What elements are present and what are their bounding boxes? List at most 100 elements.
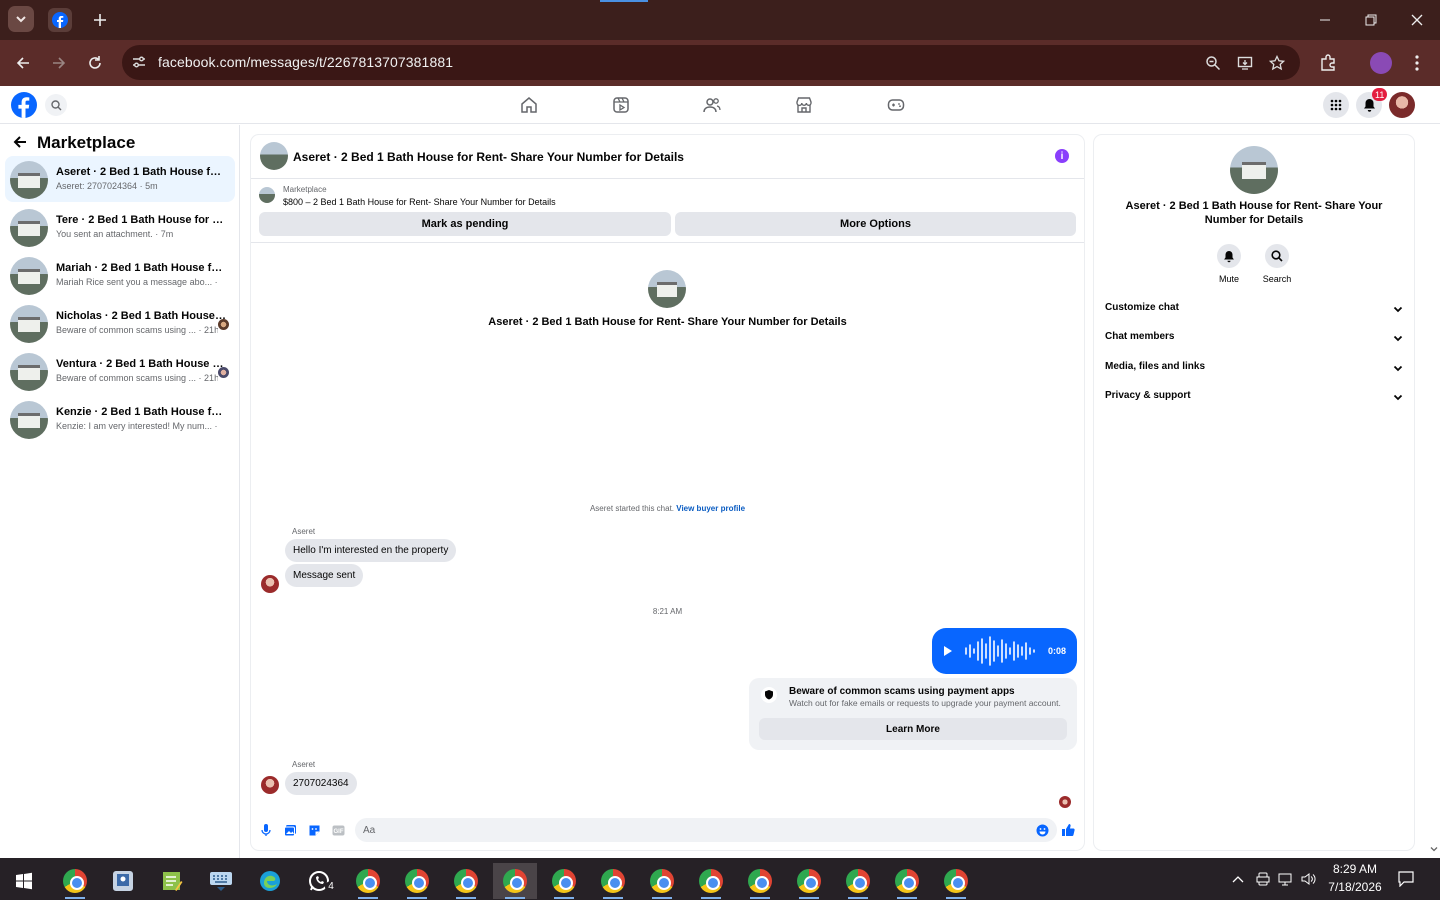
- clock-time[interactable]: 8:29 AM: [1322, 862, 1388, 876]
- sender-avatar[interactable]: [261, 575, 279, 593]
- marketplace-tab[interactable]: [793, 94, 815, 116]
- section-media-files-links[interactable]: Media, files and links: [1094, 353, 1414, 381]
- taskbar-chrome[interactable]: [591, 863, 635, 899]
- url-text[interactable]: facebook.com/messages/t/2267813707381881: [158, 54, 453, 70]
- chat-started-notice: Aseret started this chat. View buyer pro…: [251, 504, 1084, 513]
- account-avatar[interactable]: [1389, 92, 1415, 118]
- install-app-icon[interactable]: [1234, 52, 1256, 74]
- new-tab-button[interactable]: [88, 8, 112, 32]
- incoming-message[interactable]: Hello I'm interested en the property: [285, 539, 457, 562]
- edge-icon: [260, 871, 280, 891]
- back-arrow-icon[interactable]: [12, 134, 30, 152]
- section-privacy-support[interactable]: Privacy & support: [1094, 382, 1414, 410]
- mark-as-pending-button[interactable]: Mark as pending: [259, 212, 671, 236]
- taskbar-chrome[interactable]: [885, 863, 929, 899]
- conversation-item[interactable]: Mariah · 2 Bed 1 Bath House for Re... Ma…: [5, 252, 235, 298]
- view-buyer-profile-link[interactable]: View buyer profile: [676, 504, 745, 513]
- taskbar-chrome-active[interactable]: [493, 863, 537, 899]
- forward-button[interactable]: [47, 51, 71, 75]
- zoom-icon[interactable]: [1202, 52, 1224, 74]
- taskbar-chrome[interactable]: [542, 863, 586, 899]
- chat-header-title[interactable]: Aseret · 2 Bed 1 Bath House for Rent- Sh…: [293, 150, 684, 164]
- gaming-tab[interactable]: [885, 94, 907, 116]
- conversation-item[interactable]: Ventura · 2 Bed 1 Bath House for... Bewa…: [5, 348, 235, 394]
- minimize-button[interactable]: [1313, 8, 1337, 32]
- conversation-item[interactable]: Nicholas · 2 Bed 1 Bath House fo... Bewa…: [5, 300, 235, 346]
- home-tab[interactable]: [518, 94, 540, 116]
- chat-header-thumbnail[interactable]: [260, 142, 288, 170]
- voice-message[interactable]: 0:08: [932, 628, 1077, 674]
- friends-tab[interactable]: [701, 94, 723, 116]
- browser-profile-avatar[interactable]: [1370, 52, 1392, 74]
- tray-overflow-chevron-icon[interactable]: [1230, 871, 1246, 887]
- network-icon[interactable]: [1278, 871, 1294, 887]
- listing-summary[interactable]: $800 – 2 Bed 1 Bath House for Rent- Shar…: [283, 197, 556, 207]
- thumbs-up-icon[interactable]: [1061, 823, 1075, 837]
- taskbar-app-edge[interactable]: [248, 863, 292, 899]
- search-conversation-button[interactable]: Search: [1255, 244, 1299, 284]
- facebook-search-button[interactable]: [45, 94, 67, 116]
- taskbar-chrome[interactable]: [53, 863, 97, 899]
- taskbar-chrome[interactable]: [934, 863, 978, 899]
- taskbar-chrome[interactable]: [738, 863, 782, 899]
- emoji-icon[interactable]: [1035, 823, 1049, 837]
- seen-avatar-dot: [218, 367, 229, 378]
- video-tab[interactable]: [610, 94, 632, 116]
- mute-button[interactable]: Mute: [1207, 244, 1251, 284]
- section-customize-chat[interactable]: Customize chat: [1094, 294, 1414, 322]
- facebook-tab-favicon[interactable]: [48, 8, 72, 32]
- sticker-icon[interactable]: [307, 823, 321, 837]
- taskbar-app-keyboard[interactable]: [199, 863, 243, 899]
- taskbar-app-whatsapp[interactable]: 4: [297, 863, 341, 899]
- taskbar-chrome[interactable]: [444, 863, 488, 899]
- tab-search-button[interactable]: [8, 6, 34, 32]
- back-button[interactable]: [11, 51, 35, 75]
- browser-menu-icon[interactable]: [1405, 51, 1429, 75]
- microphone-icon[interactable]: [259, 823, 273, 837]
- info-icon[interactable]: i: [1055, 149, 1069, 163]
- scroll-down-arrow-icon[interactable]: [1430, 845, 1438, 853]
- listing-thumbnail-small[interactable]: [259, 187, 275, 203]
- taskbar-chrome[interactable]: [836, 863, 880, 899]
- menu-button[interactable]: [1323, 92, 1349, 118]
- conversation-item[interactable]: Aseret · 2 Bed 1 Bath House for Re... As…: [5, 156, 235, 202]
- bookmark-star-icon[interactable]: [1266, 52, 1288, 74]
- more-options-button[interactable]: More Options: [675, 212, 1076, 236]
- conversation-item[interactable]: Kenzie · 2 Bed 1 Bath House for Re... Ke…: [5, 396, 235, 442]
- facebook-logo-icon[interactable]: [11, 92, 37, 118]
- taskbar-app-notepad[interactable]: [150, 863, 194, 899]
- address-bar[interactable]: facebook.com/messages/t/2267813707381881: [122, 45, 1300, 80]
- device-icon[interactable]: [1255, 871, 1271, 887]
- incoming-message[interactable]: 2707024364: [285, 772, 357, 795]
- clock-date[interactable]: 7/18/2026: [1322, 880, 1388, 894]
- notification-center-icon[interactable]: [1398, 871, 1414, 887]
- message-input[interactable]: [355, 818, 1015, 842]
- learn-more-button[interactable]: Learn More: [759, 718, 1067, 740]
- chat-intro-title: Aseret · 2 Bed 1 Bath House for Rent- Sh…: [488, 316, 847, 328]
- volume-icon[interactable]: [1301, 871, 1317, 887]
- sender-avatar[interactable]: [261, 776, 279, 794]
- restore-button[interactable]: [1359, 8, 1383, 32]
- close-window-button[interactable]: [1405, 8, 1429, 32]
- scam-warning-card: Beware of common scams using payment app…: [749, 678, 1077, 750]
- info-panel-thumbnail[interactable]: [1230, 146, 1278, 194]
- conversation-item[interactable]: Tere · 2 Bed 1 Bath House for Rent-... Y…: [5, 204, 235, 250]
- taskbar-chrome[interactable]: [346, 863, 390, 899]
- taskbar-chrome[interactable]: [640, 863, 684, 899]
- taskbar-chrome[interactable]: [787, 863, 831, 899]
- windows-logo-icon: [16, 872, 32, 890]
- gif-icon[interactable]: GIF: [331, 823, 345, 837]
- start-button[interactable]: [2, 863, 46, 899]
- page-scrollbar[interactable]: [1428, 124, 1440, 858]
- taskbar-app-photo[interactable]: [101, 863, 145, 899]
- extensions-icon[interactable]: [1316, 51, 1340, 75]
- photo-icon[interactable]: [283, 823, 297, 837]
- incoming-message[interactable]: Message sent: [285, 564, 364, 587]
- section-chat-members[interactable]: Chat members: [1094, 323, 1414, 351]
- voice-duration: 0:08: [1048, 646, 1067, 656]
- chevron-down-icon: [1393, 365, 1403, 372]
- taskbar-chrome[interactable]: [689, 863, 733, 899]
- reload-button[interactable]: [83, 51, 107, 75]
- site-settings-icon[interactable]: [130, 53, 150, 73]
- taskbar-chrome[interactable]: [395, 863, 439, 899]
